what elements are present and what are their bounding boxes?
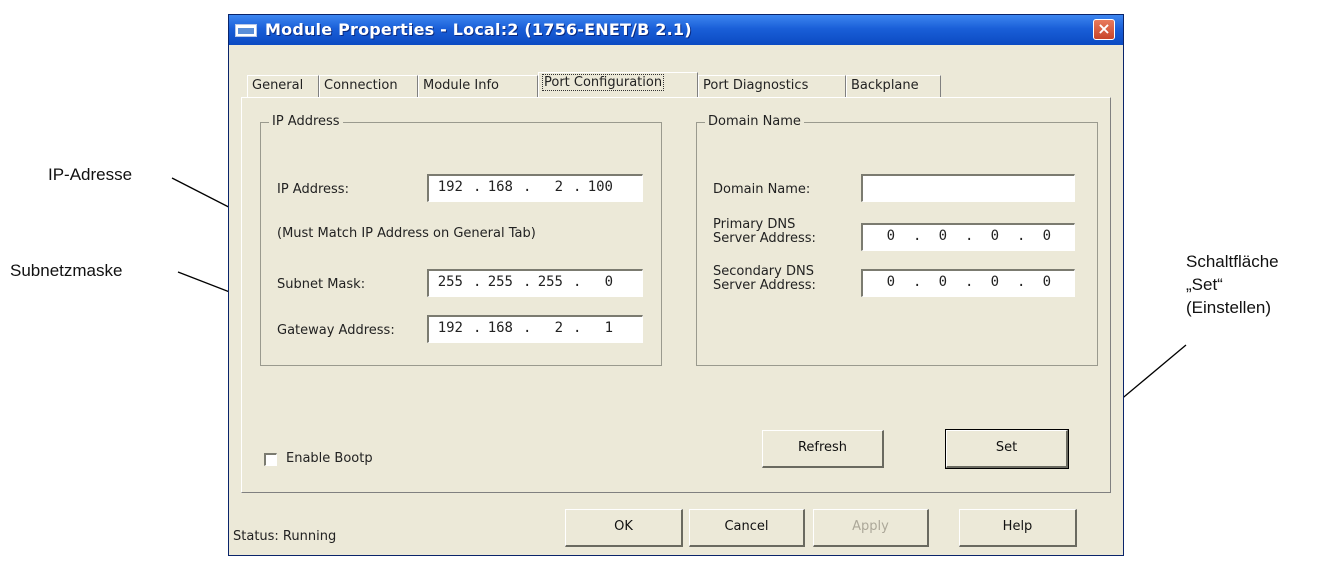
window-icon [235,24,257,37]
secondary-dns-label-line1: Secondary DNS [713,264,814,279]
gateway-octet-1: 192 [437,320,463,336]
ok-button[interactable]: OK [565,509,683,547]
domain-name-input[interactable] [861,174,1075,202]
secondary-octet-1: 0 [886,274,895,290]
ip-octet-4: 100 [587,179,613,195]
tab-connection[interactable]: Connection [319,75,418,97]
ip-octet-1: 192 [437,179,463,195]
annotation-ip-address: IP-Adresse [48,165,133,184]
gateway-octet-2: 168 [487,320,513,336]
window-title: Module Properties - Local:2 (1756-ENET/B… [265,20,692,39]
cancel-button-label: Cancel [724,519,769,534]
title-bar[interactable]: Module Properties - Local:2 (1756-ENET/B… [229,15,1123,45]
refresh-button[interactable]: Refresh [762,430,884,468]
port-configuration-panel: IP Address IP Address: 192 . 168 . 2 . 1… [241,97,1111,493]
subnet-mask-field[interactable]: 255 . 255 . 255 . 0 [427,269,643,297]
close-icon: × [1097,19,1111,38]
domain-name-group-title: Domain Name [705,114,804,129]
primary-octet-1: 0 [886,228,895,244]
status-text: Status: Running [233,529,337,544]
tab-general[interactable]: General [247,75,319,97]
tab-module-info[interactable]: Module Info [418,75,538,97]
tab-port-diagnostics[interactable]: Port Diagnostics [698,75,846,97]
refresh-button-label: Refresh [797,440,848,455]
gateway-octet-4: 1 [604,320,613,336]
tab-port-configuration-label: Port Configuration [541,74,665,91]
module-properties-dialog: Module Properties - Local:2 (1756-ENET/B… [228,14,1124,556]
gateway-octet-3: 2 [554,320,563,336]
ip-note: (Must Match IP Address on General Tab) [277,226,536,241]
secondary-octet-2: 0 [938,274,947,290]
tab-module-info-label: Module Info [423,78,500,93]
secondary-octet-4: 0 [1042,274,1051,290]
primary-octet-3: 0 [990,228,999,244]
ip-address-group: IP Address IP Address: 192 . 168 . 2 . 1… [260,114,662,366]
subnet-octet-1: 255 [437,274,463,290]
annotation-set-line2: „Set“ [1186,275,1223,294]
tab-backplane-label: Backplane [851,78,919,93]
tab-port-configuration[interactable]: Port Configuration [538,72,698,98]
ip-address-field[interactable]: 192 . 168 . 2 . 100 [427,174,643,202]
cancel-button[interactable]: Cancel [689,509,805,547]
primary-dns-label: Primary DNS Server Address: [713,218,816,246]
secondary-dns-label-line2: Server Address: [713,278,816,293]
set-button-label: Set [995,440,1018,455]
subnet-mask-label: Subnet Mask: [277,277,366,292]
annotation-set-button: Schaltfläche „Set“ (Einstellen) [1186,250,1279,319]
help-button-label: Help [1002,519,1033,534]
ip-address-label: IP Address: [277,182,349,197]
secondary-dns-label: Secondary DNS Server Address: [713,265,816,293]
enable-bootp-label[interactable]: Enable Bootp [286,452,373,466]
help-button[interactable]: Help [959,509,1077,547]
gateway-address-label: Gateway Address: [277,323,395,338]
set-button[interactable]: Set [945,429,1069,469]
subnet-octet-4: 0 [604,274,613,290]
tab-backplane[interactable]: Backplane [846,75,941,97]
subnet-octet-2: 255 [487,274,513,290]
tab-port-diagnostics-label: Port Diagnostics [703,78,809,93]
primary-dns-label-line2: Server Address: [713,231,816,246]
secondary-octet-3: 0 [990,274,999,290]
primary-octet-4: 0 [1042,228,1051,244]
primary-dns-label-line1: Primary DNS [713,217,796,232]
ok-button-label: OK [614,519,633,534]
ip-octet-2: 168 [487,179,513,195]
close-button[interactable]: × [1093,19,1115,40]
secondary-dns-field[interactable]: 0 . 0 . 0 . 0 [861,269,1075,297]
annotation-set-line3: (Einstellen) [1186,298,1272,317]
annotation-set-line1: Schaltfläche [1186,252,1279,271]
apply-button: Apply [813,509,929,547]
apply-button-label: Apply [852,519,889,534]
domain-name-group: Domain Name Domain Name: Primary DNS Ser… [696,114,1098,366]
primary-dns-field[interactable]: 0 . 0 . 0 . 0 [861,223,1075,251]
annotation-subnet-mask: Subnetzmaske [10,261,123,280]
tab-connection-label: Connection [324,78,398,93]
subnet-octet-3: 255 [537,274,563,290]
domain-name-label: Domain Name: [713,182,811,197]
ip-octet-3: 2 [554,179,563,195]
tab-general-label: General [252,78,304,93]
enable-bootp-checkbox[interactable] [264,453,277,466]
primary-octet-2: 0 [938,228,947,244]
ip-address-group-title: IP Address [269,114,343,129]
gateway-address-field[interactable]: 192 . 168 . 2 . 1 [427,315,643,343]
